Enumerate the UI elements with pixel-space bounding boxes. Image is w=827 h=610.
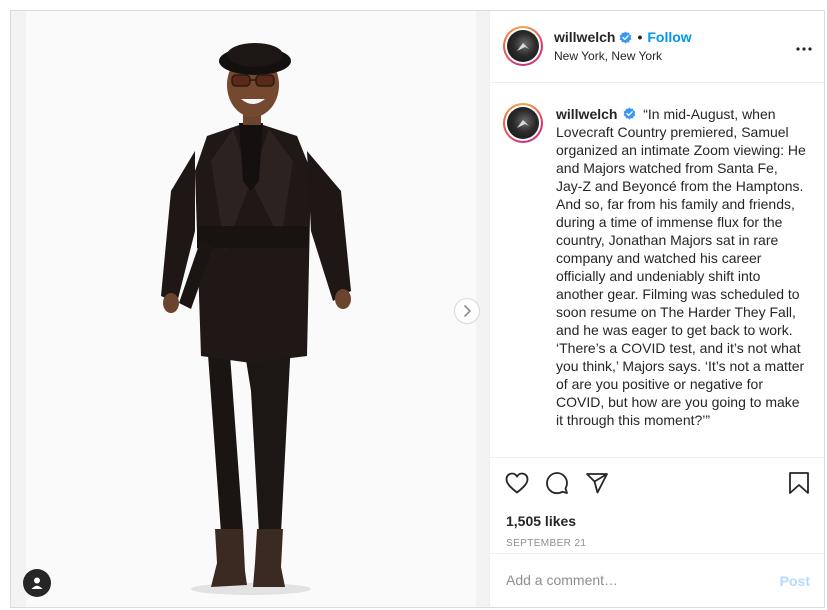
post-sidebar: willwelch • Follow New York, New York wi… (490, 11, 824, 607)
caption-text-block: willwelch “In mid-August, when Lovecraft… (556, 105, 806, 429)
tagged-users-button[interactable] (23, 569, 51, 597)
username-link[interactable]: willwelch (554, 29, 615, 45)
user-tag-icon (31, 577, 43, 589)
post-header: willwelch • Follow New York, New York (490, 11, 824, 83)
post-date[interactable]: SEPTEMBER 21 (506, 538, 586, 549)
separator-dot: • (637, 29, 643, 45)
save-button[interactable] (786, 470, 812, 496)
verified-badge-icon (624, 107, 636, 120)
bookmark-icon (789, 472, 809, 494)
caption-avatar[interactable] (503, 103, 543, 143)
like-button[interactable] (504, 470, 530, 496)
caption-text: “In mid-August, when Lovecraft Country p… (556, 106, 806, 428)
location-link[interactable]: New York, New York (554, 49, 662, 63)
post-media[interactable] (11, 11, 490, 607)
more-options-icon (796, 47, 812, 51)
avatar[interactable] (503, 26, 543, 66)
comment-icon (546, 472, 568, 495)
comment-input[interactable] (506, 572, 756, 588)
share-button[interactable] (584, 470, 610, 496)
chevron-right-icon (464, 305, 471, 317)
post-comment-button[interactable]: Post (780, 573, 810, 589)
share-icon (586, 473, 608, 494)
follow-button[interactable]: Follow (647, 29, 691, 45)
actions-section: 1,505 likes SEPTEMBER 21 (490, 457, 824, 553)
verified-badge-icon (620, 30, 632, 44)
caption-username-link[interactable]: willwelch (556, 106, 617, 122)
likes-count[interactable]: 1,505 likes (506, 513, 576, 529)
comment-button[interactable] (544, 470, 570, 496)
heart-icon (505, 472, 529, 494)
more-options-button[interactable] (796, 38, 812, 56)
comment-section: Post (490, 553, 824, 607)
post-photo (161, 43, 351, 595)
caption-section: willwelch “In mid-August, when Lovecraft… (490, 83, 824, 457)
instagram-post: willwelch • Follow New York, New York wi… (10, 10, 825, 608)
next-photo-button[interactable] (454, 298, 480, 324)
header-user-line: willwelch • Follow (554, 29, 692, 45)
